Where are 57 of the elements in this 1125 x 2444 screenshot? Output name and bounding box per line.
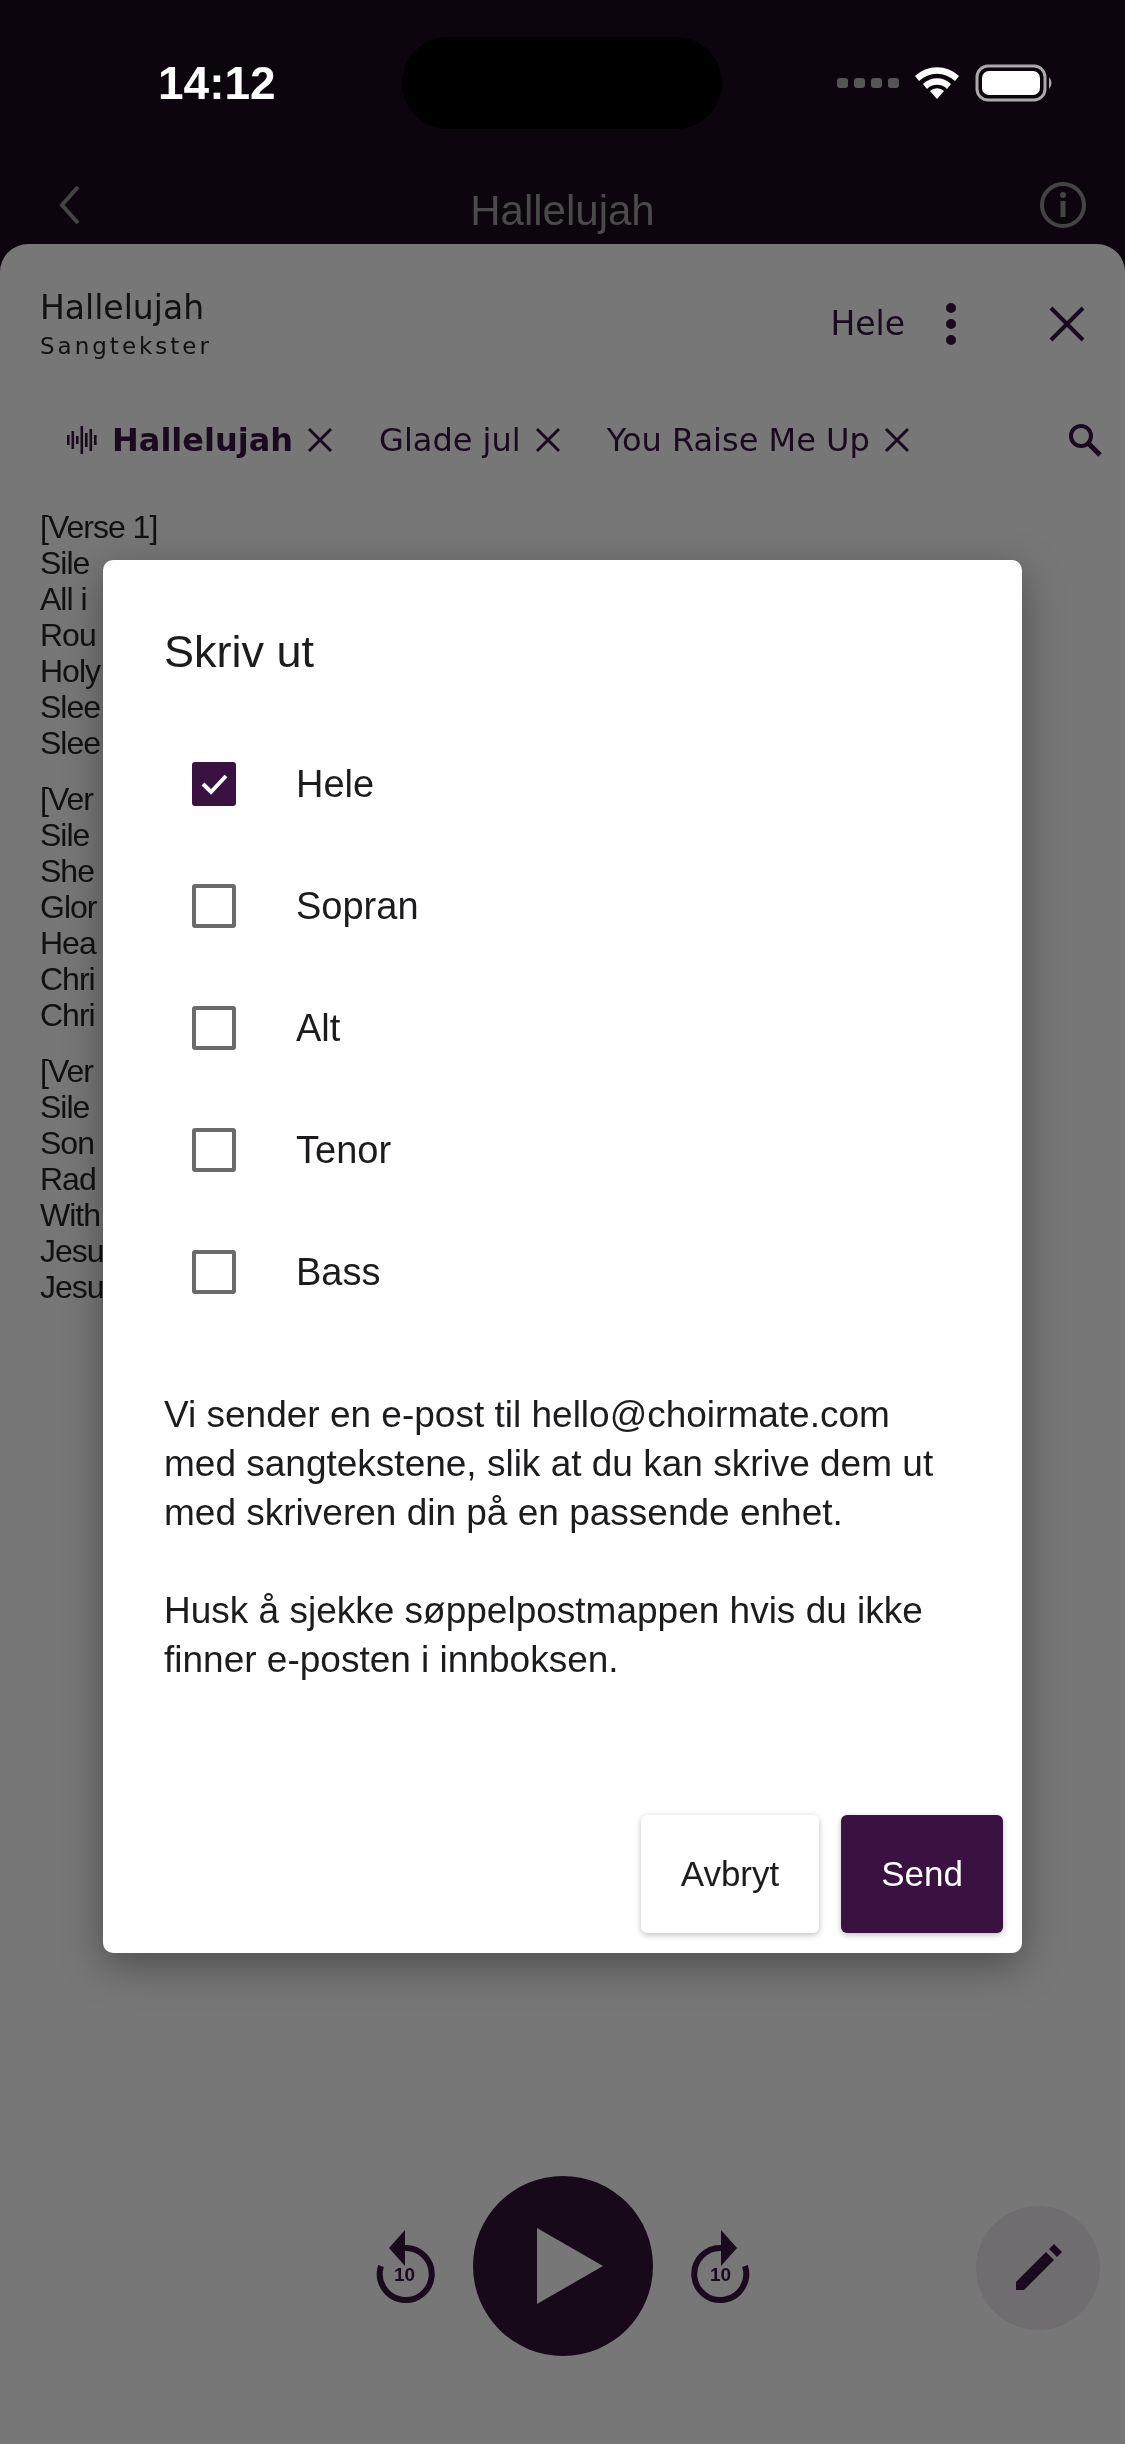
option-label: Hele (296, 762, 375, 806)
waveform-icon (66, 424, 98, 456)
send-button[interactable]: Send (841, 1815, 1003, 1933)
close-icon[interactable] (534, 427, 561, 453)
lyric-line: Holy (40, 653, 100, 689)
close-icon[interactable] (883, 427, 910, 453)
lyric-line: She (40, 853, 94, 889)
nav-title: Hallelujah (470, 187, 655, 235)
lyric-line: Jesu (40, 1233, 104, 1269)
cancel-button[interactable]: Avbryt (640, 1815, 820, 1933)
lyric-line: Glor (40, 889, 97, 925)
checkbox[interactable] (192, 1006, 236, 1050)
voice-selector[interactable]: Hele (830, 304, 905, 343)
lyric-line: Chri (40, 997, 95, 1033)
lyric-line: Chri (40, 961, 95, 997)
lyric-line: Sile (40, 817, 90, 853)
lyric-line: Rad (40, 1161, 96, 1197)
lyric-line: All i (40, 581, 87, 617)
checkbox[interactable] (192, 884, 236, 928)
signal-icon (837, 76, 899, 89)
wifi-icon (913, 64, 961, 101)
lyric-line: Son (40, 1125, 94, 1161)
pencil-icon (1014, 2244, 1062, 2292)
status-time: 14:12 (158, 55, 277, 110)
checkbox[interactable] (192, 1250, 236, 1294)
lyric-line: Slee (40, 725, 101, 761)
forward-button[interactable]: 10 (688, 2226, 753, 2306)
rewind-button[interactable]: 10 (372, 2226, 437, 2306)
option-label: Bass (296, 1250, 381, 1294)
option-label: Sopran (296, 884, 419, 928)
song-tab[interactable]: You Raise Me Up (606, 421, 870, 459)
dialog-title: Skriv ut (164, 626, 316, 678)
option-label: Alt (296, 1006, 341, 1050)
checkbox[interactable] (192, 762, 236, 806)
lyric-line: With (40, 1197, 100, 1233)
play-icon (534, 2226, 605, 2306)
sheet-subtitle: Sangtekster (40, 333, 213, 359)
lyric-line: Sile (40, 1089, 90, 1125)
lyric-line: Rou (40, 617, 96, 653)
lyric-line: [Verse 1] (40, 509, 158, 545)
sheet-title: Hallelujah (40, 288, 206, 327)
close-icon[interactable] (307, 427, 334, 453)
lyric-line: Hea (40, 925, 96, 961)
lyric-line: Jesu (40, 1269, 104, 1305)
close-icon[interactable] (1049, 305, 1085, 342)
search-icon[interactable] (1067, 422, 1103, 458)
checkbox[interactable] (192, 1128, 236, 1172)
lyric-line: Slee (40, 689, 101, 725)
song-tab[interactable]: Glade jul (379, 421, 521, 459)
song-tab[interactable]: Hallelujah (112, 421, 294, 459)
more-icon[interactable] (945, 301, 957, 346)
option-label: Tenor (296, 1128, 392, 1172)
dialog-message: Husk å sjekke søppelpostmappen hvis du ikke finner e-posten i innboksen. (164, 1589, 924, 1682)
lyric-line: [Ver (40, 781, 93, 817)
dialog-message: Vi sender en e-post til hello@choirmate.com med sangtekstene, slik at du kan skrive dem ut med skriveren din på en passende enhet. (164, 1393, 935, 1535)
lyric-line: Sile (40, 545, 90, 581)
lyric-line: [Ver (40, 1053, 93, 1089)
